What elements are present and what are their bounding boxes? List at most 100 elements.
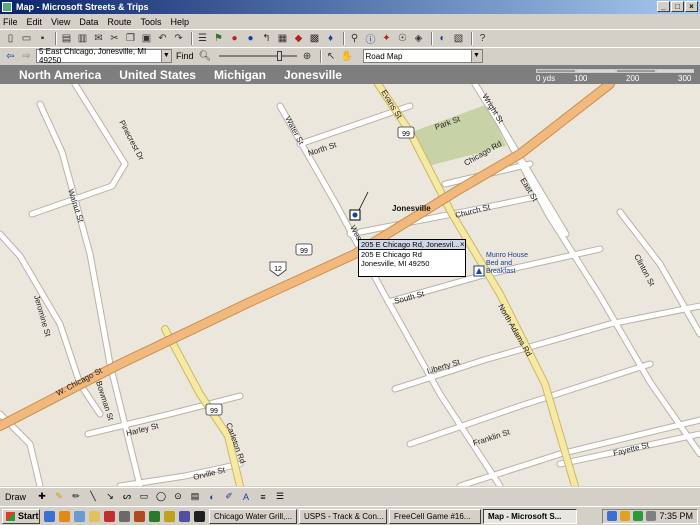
route-planner-icon[interactable]: ▦ [276, 32, 289, 45]
email-icon[interactable]: ✉ [92, 32, 105, 45]
help-icon[interactable]: ? [476, 32, 489, 45]
reroute-icon[interactable]: ↰ [260, 32, 273, 45]
fill-color-icon[interactable]: ◐ [206, 491, 218, 503]
pan-hand-icon[interactable]: ✋ [341, 50, 354, 63]
line-color-icon[interactable]: ✐ [223, 491, 235, 503]
draw-menu[interactable]: Draw [5, 492, 26, 502]
copy-icon[interactable]: ❐ [124, 32, 137, 45]
save-icon[interactable]: ▪ [36, 32, 49, 45]
map-style-select[interactable]: Road Map ▼ [362, 49, 483, 63]
back-arrow-icon[interactable]: ⇦ [4, 50, 17, 63]
route-shield-99-south: 99 [205, 403, 223, 416]
tray-icon[interactable] [607, 511, 618, 521]
zoom-slider[interactable] [218, 51, 297, 61]
gps-icon[interactable]: ⚲ [348, 32, 361, 45]
tray-icon[interactable] [633, 511, 644, 521]
media-icon[interactable] [104, 510, 115, 522]
task-chicago-water-grill[interactable]: Chicago Water Grill,... [209, 508, 297, 524]
redo-icon[interactable]: ↷ [172, 32, 185, 45]
font-color-icon[interactable]: A [240, 491, 252, 503]
app-icon[interactable] [149, 510, 160, 522]
explorer-icon[interactable] [74, 510, 85, 522]
car-icon[interactable]: ◆ [292, 32, 305, 45]
task-usps[interactable]: USPS - Track & Con... [299, 508, 387, 524]
map-svg[interactable]: 99 99 12 99 Pinecrest Dr Walnut St Water… [0, 84, 700, 486]
task-freecell[interactable]: FreeCell Game #16... [389, 508, 481, 524]
paste-icon[interactable]: ▣ [140, 32, 153, 45]
pushpin-icon[interactable]: ♦ [324, 32, 337, 45]
maximize-button[interactable]: □ [671, 1, 684, 12]
freeform-icon[interactable]: ᔕ [121, 491, 133, 503]
arrow-icon[interactable]: ↘ [104, 491, 116, 503]
close-button[interactable]: × [685, 1, 698, 12]
zoom-slider-thumb[interactable] [276, 51, 282, 61]
ie-icon[interactable] [44, 510, 55, 522]
pushpin-set-icon[interactable]: ◈ [412, 32, 425, 45]
minimize-button[interactable]: _ [657, 1, 670, 12]
gas-icon[interactable]: ▩ [308, 32, 321, 45]
locate-icon[interactable]: ✦ [380, 32, 393, 45]
line-icon[interactable]: ╲ [87, 491, 99, 503]
cut-icon[interactable]: ✂ [108, 32, 121, 45]
menu-view[interactable]: View [51, 17, 70, 27]
scale-label: 200 [626, 74, 640, 83]
app-icon[interactable] [134, 510, 145, 522]
app-icon[interactable] [164, 510, 175, 522]
print-icon[interactable]: ▤ [60, 32, 73, 45]
street-network [0, 84, 700, 486]
menu-edit[interactable]: Edit [27, 17, 43, 27]
breadcrumb-state[interactable]: Michigan [214, 68, 266, 82]
text-box-icon[interactable]: ▤ [189, 491, 201, 503]
route-end-icon[interactable]: ● [244, 32, 257, 45]
pencil-icon[interactable]: ✏ [70, 491, 82, 503]
route-highlight-icon[interactable]: ◐ [436, 32, 449, 45]
menu-help[interactable]: Help [170, 17, 189, 27]
rectangle-icon[interactable]: ▭ [138, 491, 150, 503]
breadcrumb-country[interactable]: United States [119, 68, 196, 82]
menu-route[interactable]: Route [107, 17, 131, 27]
app-icon[interactable] [179, 510, 190, 522]
firefox-icon[interactable] [59, 510, 70, 522]
folder-icon[interactable] [89, 510, 100, 522]
undo-icon[interactable]: ↶ [156, 32, 169, 45]
breadcrumb-continent[interactable]: North America [19, 68, 101, 82]
bed-and-breakfast-poi[interactable] [473, 265, 485, 277]
line-style-icon[interactable]: ≡ [257, 491, 269, 503]
pushpin-marker[interactable] [349, 209, 361, 221]
task-map-streets-trips[interactable]: Map - Microsoft S... [483, 508, 577, 524]
app-icon[interactable] [194, 510, 205, 522]
find-nearby-icon[interactable]: ☉ [396, 32, 409, 45]
info-icon[interactable]: ⓘ [364, 32, 377, 46]
new-icon[interactable]: ▯ [4, 32, 17, 45]
chevron-down-icon[interactable]: ▼ [470, 50, 482, 62]
window-title: Map - Microsoft Streets & Trips [16, 2, 149, 12]
tray-icon[interactable] [646, 511, 657, 521]
select-pointer-icon[interactable]: ↖ [325, 50, 338, 63]
dash-style-icon[interactable]: ☰ [274, 491, 286, 503]
print-preview-icon[interactable]: ▥ [76, 32, 89, 45]
app-icon[interactable] [119, 510, 130, 522]
pushpin-tool-icon[interactable]: ✚ [36, 491, 48, 503]
radius-circle-icon[interactable]: ⊙ [172, 491, 184, 503]
tray-icon[interactable] [620, 511, 631, 521]
menu-data[interactable]: Data [79, 17, 98, 27]
route-stop-icon[interactable]: ● [228, 32, 241, 45]
breadcrumb-city[interactable]: Jonesville [284, 68, 342, 82]
directions-icon[interactable]: ☰ [196, 32, 209, 45]
chevron-down-icon[interactable]: ▼ [160, 50, 171, 62]
map-canvas[interactable]: 99 99 12 99 Pinecrest Dr Walnut St Water… [0, 84, 700, 486]
menu-file[interactable]: File [3, 17, 18, 27]
zoom-in-icon[interactable]: ⊕ [301, 50, 314, 63]
forward-arrow-icon[interactable]: ⇨ [20, 50, 33, 63]
menu-tools[interactable]: Tools [140, 17, 161, 27]
oval-icon[interactable]: ◯ [155, 491, 167, 503]
start-button[interactable]: Start [2, 508, 40, 524]
zoom-out-icon[interactable]: 🔍︎ [199, 50, 212, 63]
popup-close-icon[interactable]: × [459, 240, 465, 249]
find-button[interactable]: Find [176, 51, 194, 61]
open-icon[interactable]: ▭ [20, 32, 33, 45]
route-start-icon[interactable]: ⚑ [212, 32, 225, 45]
overview-map-icon[interactable]: ▧ [452, 32, 465, 45]
highlighter-icon[interactable]: ✎ [53, 491, 65, 503]
address-input[interactable]: 5 East Chicago, Jonesville, MI 49250 ▼ [36, 47, 172, 65]
